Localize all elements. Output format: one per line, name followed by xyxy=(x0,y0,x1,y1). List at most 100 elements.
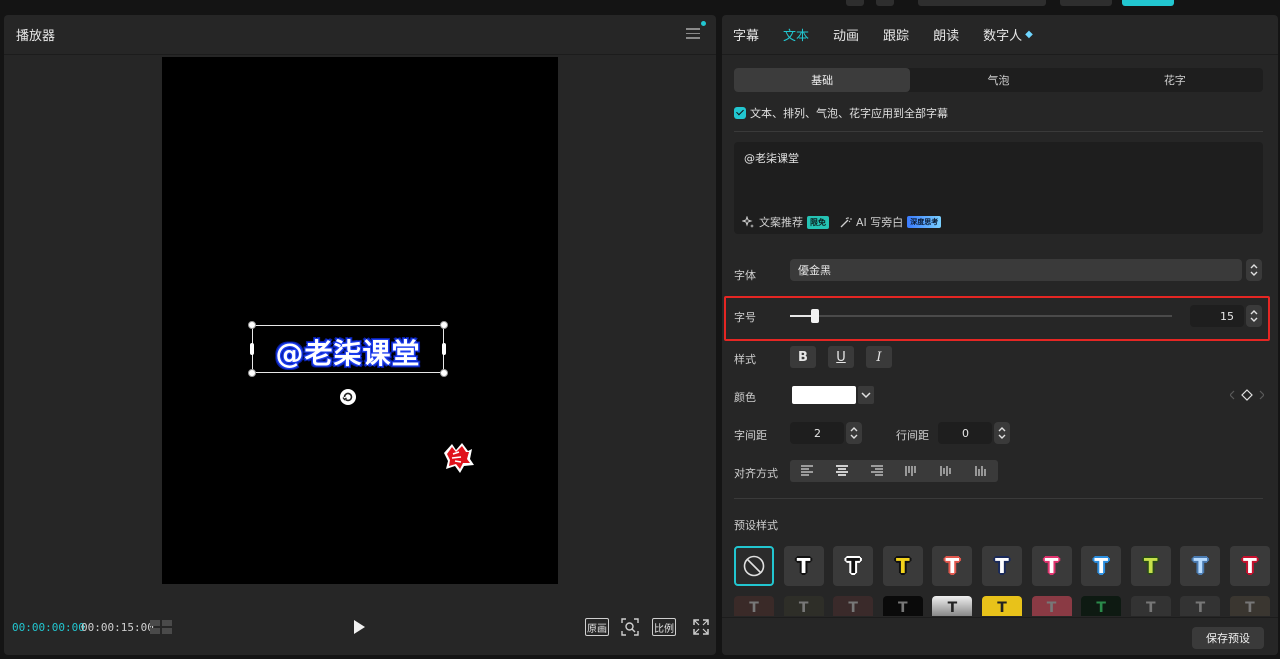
resize-handle-top-right[interactable] xyxy=(440,321,448,329)
preset-item[interactable]: T xyxy=(734,596,774,616)
save-preset-button[interactable]: 保存预设 xyxy=(1192,627,1264,649)
sticker-image[interactable] xyxy=(438,439,476,475)
preset-item[interactable]: T xyxy=(833,596,874,616)
resize-handle-top-left[interactable] xyxy=(248,321,256,329)
preset-item[interactable]: T xyxy=(1180,596,1221,616)
preset-item[interactable]: T xyxy=(783,596,824,616)
preset-style-9[interactable]: T xyxy=(1180,546,1221,586)
divider xyxy=(734,131,1263,132)
original-quality-button[interactable]: 原画 xyxy=(585,618,609,636)
diamond-icon: ◆ xyxy=(1025,29,1033,40)
vertical-align-bottom-button[interactable] xyxy=(963,460,998,482)
copy-recommend-button[interactable]: 文案推荐 限免 xyxy=(742,214,829,230)
tab-tracking[interactable]: 跟踪 xyxy=(883,25,909,44)
font-size-label: 字号 xyxy=(734,311,756,324)
preset-style-7[interactable]: T xyxy=(1081,546,1122,586)
align-right-icon xyxy=(870,465,883,476)
segment-fancy-text[interactable]: 花字 xyxy=(1087,68,1263,92)
preset-style-6[interactable]: T xyxy=(1031,546,1072,586)
tab-read-aloud[interactable]: 朗读 xyxy=(933,25,959,44)
no-style-icon xyxy=(743,555,765,577)
segment-bubble[interactable]: 气泡 xyxy=(910,68,1086,92)
preset-item[interactable]: T xyxy=(882,596,923,616)
color-label: 颜色 xyxy=(734,391,756,404)
font-size-spinner[interactable] xyxy=(1246,305,1262,327)
font-size-slider-handle[interactable] xyxy=(811,309,820,323)
play-icon[interactable] xyxy=(352,619,366,635)
toolbar-button[interactable] xyxy=(846,0,864,6)
font-size-slider[interactable] xyxy=(790,309,1172,323)
rotate-icon[interactable] xyxy=(340,389,356,405)
line-spacing-input[interactable]: 0 xyxy=(938,422,992,444)
font-select[interactable]: 優金黑 xyxy=(790,259,1242,281)
tab-text[interactable]: 文本 xyxy=(783,25,809,44)
preset-style-2[interactable]: T xyxy=(833,546,874,586)
text-content-input[interactable]: @老柒课堂 文案推荐 限免 AI 写旁白 深度思考 xyxy=(734,142,1263,234)
keyframe-icon[interactable] xyxy=(1230,389,1264,401)
toolbar-button[interactable] xyxy=(1060,0,1112,6)
timecode-current: 00:00:00:00 xyxy=(12,621,85,634)
vertical-align-top-button[interactable] xyxy=(894,460,929,482)
fullscreen-icon[interactable] xyxy=(692,618,710,636)
letter-spacing-input[interactable]: 2 xyxy=(790,422,844,444)
tab-animation[interactable]: 动画 xyxy=(833,25,859,44)
sparkle-icon xyxy=(742,215,754,228)
preset-styles-row-2: T T T T T T T T T T T xyxy=(734,596,1280,616)
player-header: 播放器 xyxy=(4,15,716,55)
preset-style-3[interactable]: T xyxy=(882,546,923,586)
apply-all-row[interactable]: 文本、排列、气泡、花字应用到全部字幕 xyxy=(734,105,948,121)
caption-selection-box[interactable]: @老柒课堂 xyxy=(248,321,448,377)
line-spacing-label: 行间距 xyxy=(896,429,929,442)
alignment-label: 对齐方式 xyxy=(734,467,778,480)
text-mode-segmented: 基础 气泡 花字 xyxy=(734,68,1263,92)
text-ai-tools: 文案推荐 限免 AI 写旁白 深度思考 xyxy=(742,214,951,230)
export-button[interactable] xyxy=(1122,0,1174,6)
align-center-button[interactable] xyxy=(825,460,860,482)
letter-spacing-spinner[interactable] xyxy=(846,422,862,444)
line-spacing-spinner[interactable] xyxy=(994,422,1010,444)
resize-handle-bottom-left[interactable] xyxy=(248,369,256,377)
font-spinner[interactable] xyxy=(1246,259,1262,281)
resize-handle-bottom-right[interactable] xyxy=(440,369,448,377)
timeline-grid-icon[interactable] xyxy=(150,620,172,634)
preset-item[interactable]: T xyxy=(932,596,973,616)
preset-style-4[interactable]: T xyxy=(932,546,973,586)
align-left-button[interactable] xyxy=(790,460,825,482)
preset-style-5[interactable]: T xyxy=(981,546,1022,586)
segment-basic[interactable]: 基础 xyxy=(734,68,911,92)
ai-narration-button[interactable]: AI 写旁白 深度思考 xyxy=(839,214,942,230)
menu-icon[interactable] xyxy=(686,28,700,40)
preview-canvas[interactable]: @老柒课堂 xyxy=(162,57,558,584)
preset-item[interactable]: T xyxy=(981,596,1022,616)
panel-footer: 保存预设 xyxy=(722,617,1278,655)
preset-style-1[interactable]: T xyxy=(783,546,824,586)
resize-handle-right[interactable] xyxy=(442,343,446,355)
preset-item[interactable]: T xyxy=(1031,596,1072,616)
preset-style-10[interactable]: T xyxy=(1229,546,1270,586)
color-swatch[interactable] xyxy=(792,386,856,404)
font-size-input[interactable]: 15 xyxy=(1190,305,1244,327)
preset-none[interactable] xyxy=(734,546,774,586)
tab-digital-human[interactable]: 数字人 ◆ xyxy=(983,25,1033,44)
preset-item[interactable]: T xyxy=(1229,596,1270,616)
aspect-ratio-button[interactable]: 比例 xyxy=(652,618,676,636)
resize-handle-left[interactable] xyxy=(250,343,254,355)
vertical-align-middle-icon xyxy=(940,466,951,476)
preset-item[interactable]: T xyxy=(1130,596,1171,616)
free-badge: 限免 xyxy=(807,215,829,229)
zoom-fit-icon[interactable] xyxy=(621,618,639,636)
toolbar-button[interactable] xyxy=(918,0,1046,6)
italic-button[interactable]: I xyxy=(866,346,892,368)
align-right-button[interactable] xyxy=(859,460,894,482)
apply-all-checkbox[interactable] xyxy=(734,107,746,119)
letter-spacing-label: 字间距 xyxy=(734,429,767,442)
bold-button[interactable]: B xyxy=(790,346,816,368)
underline-button[interactable]: U xyxy=(828,346,854,368)
toolbar-button[interactable] xyxy=(876,0,894,6)
preset-style-8[interactable]: T xyxy=(1130,546,1171,586)
player-panel: 播放器 @老柒课堂 00:00:00:00 00:00:15:00 原画 比例 xyxy=(4,15,716,655)
tab-subtitle[interactable]: 字幕 xyxy=(733,25,759,44)
color-dropdown[interactable] xyxy=(858,386,874,404)
vertical-align-middle-button[interactable] xyxy=(929,460,964,482)
preset-item[interactable]: T xyxy=(1081,596,1122,616)
